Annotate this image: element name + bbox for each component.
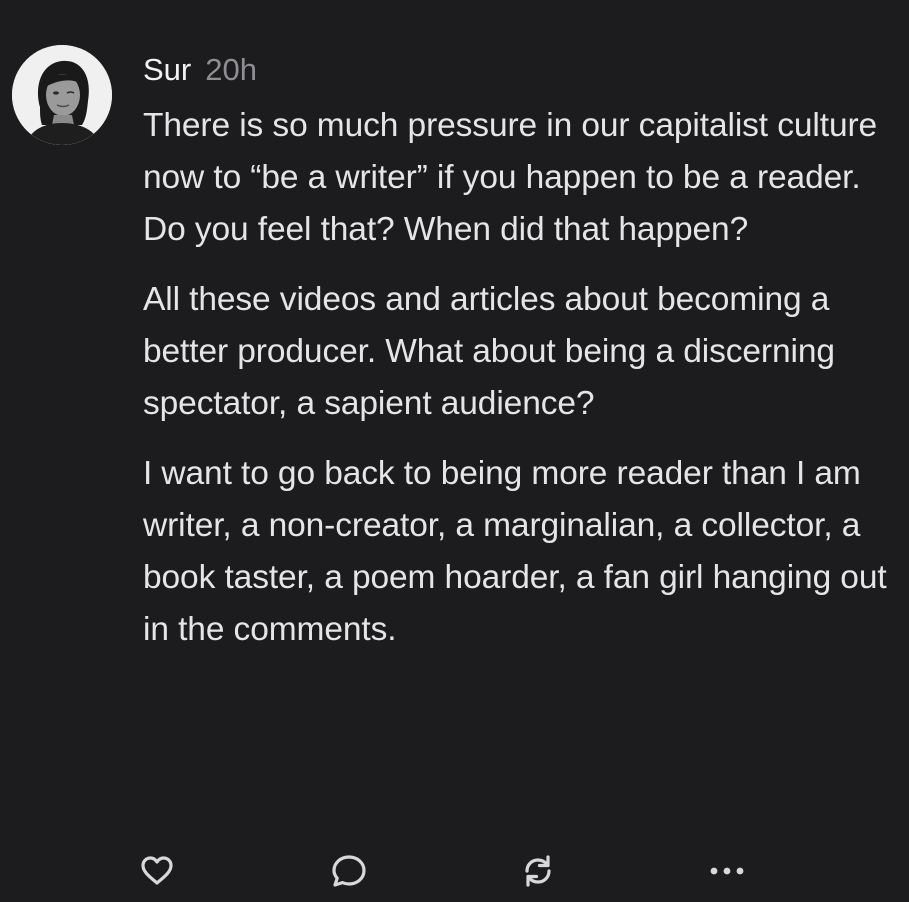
profile-photo [12,45,112,145]
action-bar [0,846,909,896]
note-post: Sur 20h There is so much pressure in our… [0,0,909,902]
post-paragraph-2: All these videos and articles about beco… [143,281,835,422]
post-timestamp[interactable]: 20h [205,50,257,90]
post-meta: Sur 20h [143,50,903,90]
speech-bubble-icon [332,855,366,887]
ellipsis-icon [710,867,744,875]
more-options-button[interactable] [702,846,752,896]
post-content: Sur 20h There is so much pressure in our… [143,50,903,656]
post-paragraph-3: I want to go back to being more reader t… [143,455,887,648]
heart-icon [141,856,173,885]
avatar[interactable] [12,45,112,145]
restack-arrows-icon [525,855,551,887]
post-paragraph-1: There is so much pressure in our capital… [143,107,878,248]
restack-button[interactable] [513,846,563,896]
like-button[interactable] [132,846,182,896]
comment-button[interactable] [324,846,374,896]
author-name[interactable]: Sur [143,50,191,90]
